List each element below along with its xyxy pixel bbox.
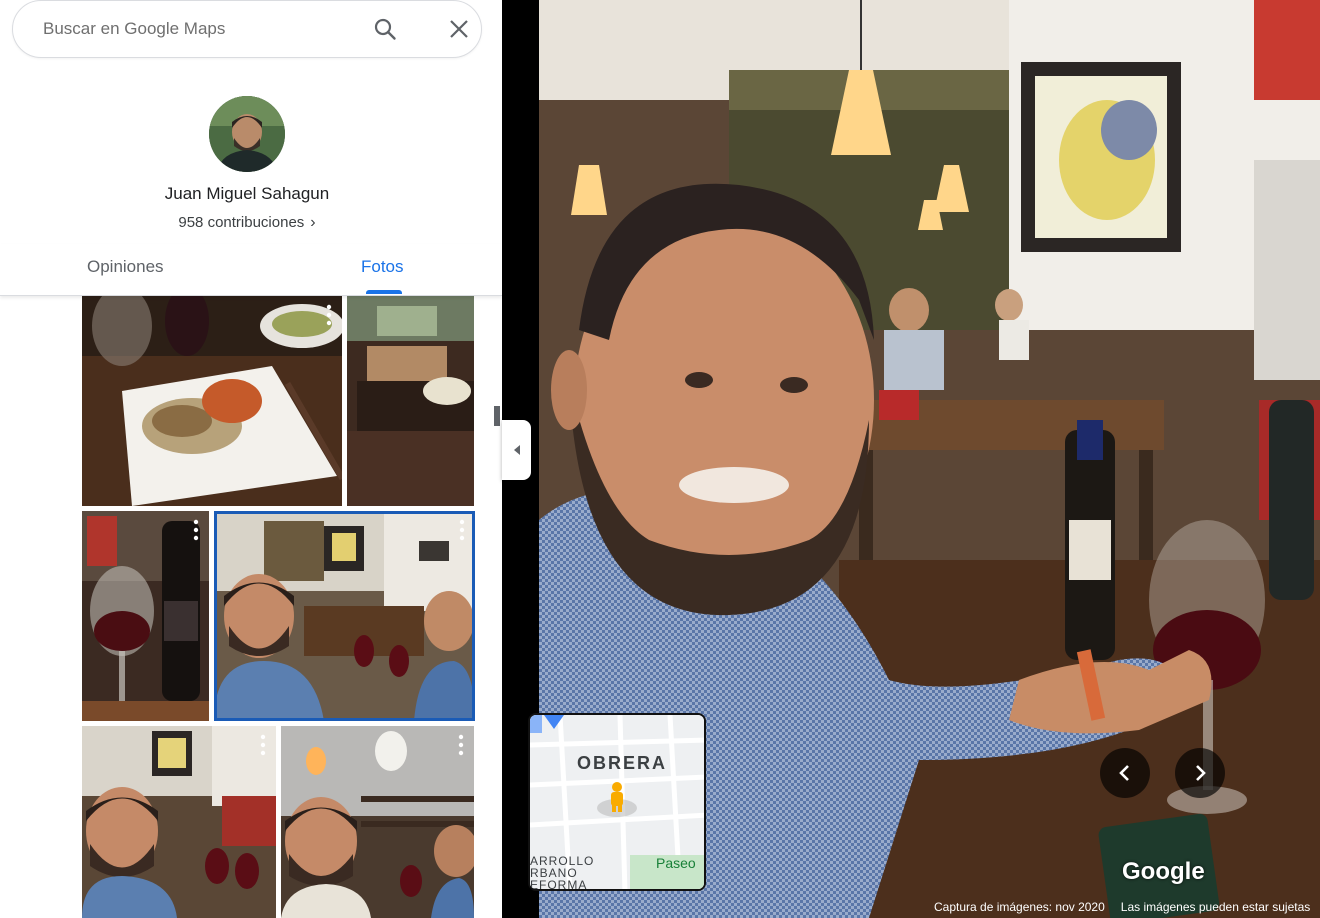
more-options-icon[interactable] <box>458 734 464 756</box>
active-tab-indicator <box>366 290 402 294</box>
photo-pasta-plate <box>82 296 342 506</box>
google-logo: Google <box>1122 858 1205 885</box>
more-options-icon[interactable] <box>260 734 266 756</box>
chevron-left-icon <box>1119 765 1129 781</box>
chevron-right-icon <box>1196 765 1206 781</box>
contributions-count: 958 contribuciones <box>178 214 305 231</box>
photo-thumbnail[interactable] <box>82 726 276 918</box>
avatar[interactable] <box>209 96 285 172</box>
photo-interior-box <box>347 296 474 506</box>
photo-selfie-wine <box>82 726 276 918</box>
tab-fotos[interactable]: Fotos <box>361 257 404 277</box>
photo-wine-glass <box>82 511 209 721</box>
search-input[interactable] <box>43 19 343 39</box>
maps-app: Juan Miguel Sahagun 958 contribuciones› … <box>0 0 1320 918</box>
tab-opiniones[interactable]: Opiniones <box>87 257 164 277</box>
photo-thumbnail[interactable] <box>347 296 474 506</box>
more-options-icon[interactable] <box>459 519 465 541</box>
minimap-district-label: ARROLLO RBANO EFORMA <box>530 855 594 891</box>
previous-photo-button[interactable] <box>1100 748 1150 798</box>
avatar-image <box>209 96 285 172</box>
collapse-panel-button[interactable] <box>502 420 531 480</box>
close-icon <box>450 20 468 38</box>
search-icon <box>374 18 396 40</box>
capture-date: Captura de imágenes: nov 2020 <box>934 900 1105 914</box>
minimap[interactable]: OBRERA ARROLLO RBANO EFORMA Paseo <box>528 713 706 891</box>
chevron-right-icon: › <box>310 214 316 231</box>
side-panel: Juan Miguel Sahagun 958 contribuciones› … <box>0 0 502 918</box>
imagery-footer: Captura de imágenes: nov 2020 Las imágene… <box>930 900 1320 918</box>
more-options-icon[interactable] <box>193 519 199 541</box>
contributions-link[interactable]: 958 contribuciones › <box>0 214 494 232</box>
photo-thumbnail[interactable] <box>82 296 342 506</box>
clear-search-button[interactable] <box>443 13 475 45</box>
profile-name: Juan Miguel Sahagun <box>164 184 330 203</box>
photo-thumbnail-selected[interactable] <box>214 511 475 721</box>
tab-bar: Opiniones Fotos <box>0 244 502 296</box>
photo-selfie-table <box>214 511 475 721</box>
search-button[interactable] <box>369 13 401 45</box>
minimap-area-label: OBRERA <box>577 753 668 773</box>
minimap-street-label: Paseo <box>656 855 696 871</box>
photo-thumbnail[interactable] <box>281 726 474 918</box>
photo-grid <box>0 296 502 918</box>
minimap-district-line: EFORMA <box>530 878 588 891</box>
photo-selfie-shelves <box>281 726 474 918</box>
next-photo-button[interactable] <box>1175 748 1225 798</box>
imagery-notice[interactable]: Las imágenes pueden estar sujetas <box>1121 900 1310 914</box>
photo-thumbnail[interactable] <box>82 511 209 721</box>
scrollbar-thumb[interactable] <box>494 406 500 426</box>
search-box <box>12 0 482 58</box>
chevron-left-icon <box>513 445 520 455</box>
more-options-icon[interactable] <box>326 304 332 326</box>
